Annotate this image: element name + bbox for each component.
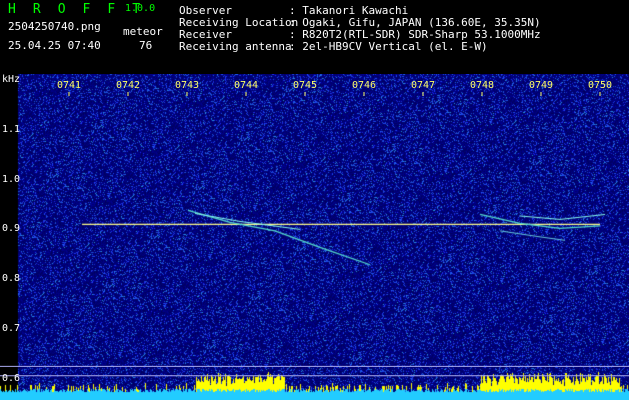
x-tick-label: 0749 (529, 80, 554, 91)
x-tick-label: 0747 (411, 80, 436, 91)
x-tick-label: 0748 (470, 80, 495, 91)
x-tick-label: 0750 (588, 80, 613, 91)
hrofft-window: H R O F F T 1.0.0 2504250740.png meteor … (0, 0, 629, 400)
y-tick-label: 0.7 (2, 323, 21, 334)
x-tick-label: 0744 (234, 80, 259, 91)
y-tick-label: 1.1 (2, 123, 21, 135)
x-tick-label: 0746 (352, 80, 377, 91)
spectrogram-overlay (0, 92, 629, 377)
y-tick-label: 1.0 (2, 173, 21, 185)
x-tick-label: 0745 (293, 80, 318, 91)
y-tick-label: 0.6 (2, 372, 21, 384)
y-tick-label: 0.8 (2, 273, 21, 285)
x-tick-label: 0743 (175, 80, 200, 91)
x-tick-label: 0741 (57, 80, 82, 91)
x-tick-label: 0742 (116, 80, 141, 91)
y-tick-label: 0.9 (2, 223, 21, 235)
y-axis-unit: kHz (2, 74, 21, 85)
